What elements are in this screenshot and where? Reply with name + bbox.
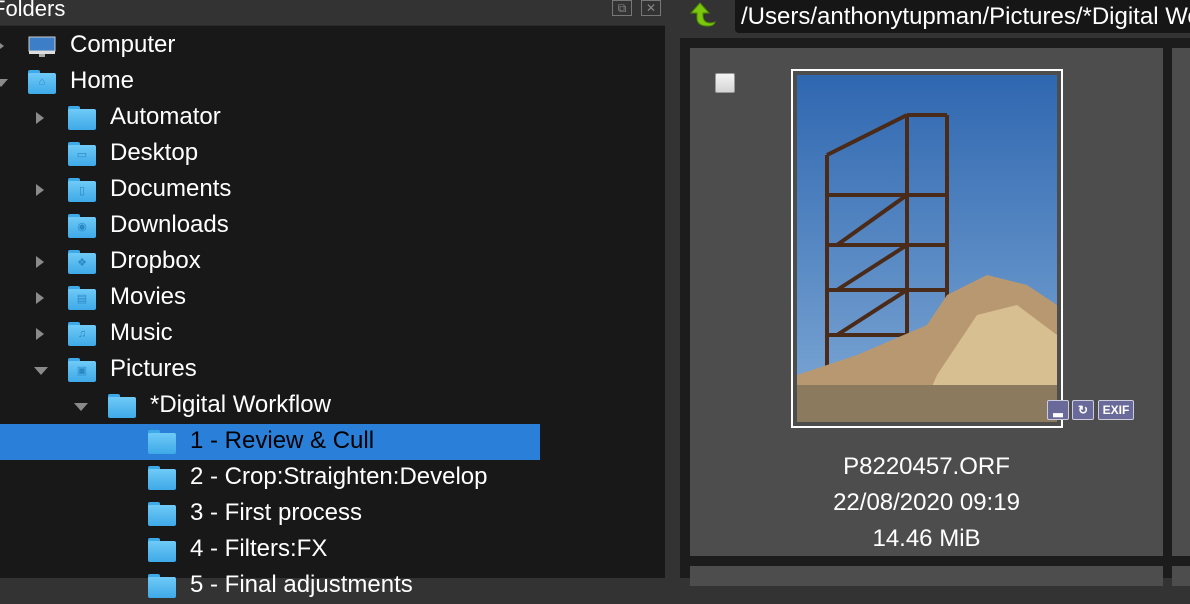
float-panel-icon[interactable]: ⧉ [612,0,632,16]
collapse-arrow-icon[interactable] [74,403,88,411]
thumbnail-cell[interactable] [690,566,1163,586]
folders-panel-title: Folders [0,0,66,21]
tree-item-label: *Digital Workflow [150,391,331,418]
dropbox-folder-icon: ❖ [68,250,96,274]
expand-arrow-icon[interactable] [36,256,44,268]
thumbnail-filename: P8220457.ORF [843,453,1010,480]
tree-item[interactable]: ▣ Pictures [0,352,540,388]
tree-item-label: 3 - First process [190,499,363,526]
tree-item[interactable]: Automator [0,100,540,136]
collapse-arrow-icon[interactable] [0,79,8,87]
tree-item[interactable]: 5 - Final adjustments [0,568,540,604]
folder-icon [148,538,176,562]
rotate-badge-icon: ↻ [1072,400,1094,420]
tree-item[interactable]: ▤ Movies [0,280,540,316]
tree-item-label: Automator [110,103,221,130]
pictures-folder-icon: ▣ [68,358,96,382]
tree-item-label: 2 - Crop:Straighten:Develop [190,463,488,490]
tree-item-label: Dropbox [110,247,201,274]
thumbnail-size: 14.46 MiB [872,525,981,552]
tree-item-label: 1 - Review & Cull [190,427,375,454]
expand-arrow-icon[interactable] [36,112,44,124]
tree-item-label: Music [110,319,173,346]
tree-item-label: Documents [110,175,232,202]
rating-badge-icon: ▂ [1047,400,1069,420]
up-folder-button[interactable] [688,2,716,28]
collapse-arrow-icon[interactable] [34,367,48,375]
folder-icon [148,430,176,454]
folder-icon [148,466,176,490]
tree-item[interactable]: 1 - Review & Cull [0,424,540,460]
photo-tower-ruins [797,75,1057,422]
exif-badge: EXIF [1098,400,1134,420]
computer-icon [28,36,56,58]
tree-item-label: Downloads [110,211,229,238]
tree-item[interactable]: 2 - Crop:Straighten:Develop [0,460,540,496]
documents-folder-icon: ▯ [68,178,96,202]
home-folder-icon: ⌂ [28,70,56,94]
tree-item-label: 5 - Final adjustments [190,571,413,598]
tree-item-label: Computer [70,31,176,58]
path-field[interactable]: /Users/anthonytupman/Pictures/*Digital W… [735,0,1190,33]
tree-item[interactable]: ▭ Desktop [0,136,540,172]
close-panel-icon[interactable]: ✕ [641,0,661,16]
expand-arrow-icon[interactable] [0,40,4,52]
tree-item[interactable]: *Digital Workflow [0,388,540,424]
thumbnail-image[interactable] [791,69,1063,428]
tree-item[interactable]: 4 - Filters:FX [0,532,540,568]
thumbnail-cell[interactable] [1172,566,1190,586]
up-arrow-icon [689,2,716,27]
tree-item[interactable]: ◉ Downloads [0,208,540,244]
folder-icon [108,394,136,418]
folder-icon [148,502,176,526]
thumbnail-cell[interactable] [1172,48,1190,556]
folders-panel-header: Folders ⧉ ✕ [0,0,665,26]
tree-item[interactable]: 3 - First process [0,496,540,532]
folder-icon [68,106,96,130]
expand-arrow-icon[interactable] [36,328,44,340]
tree-item-label: Home [70,67,135,94]
tree-item[interactable]: Computer [0,28,540,64]
tree-item-label: 4 - Filters:FX [190,535,328,562]
tree-item-label: Pictures [110,355,197,382]
downloads-folder-icon: ◉ [68,214,96,238]
tree-item[interactable]: ♫ Music [0,316,540,352]
thumbnail-date: 22/08/2020 09:19 [833,489,1020,516]
tree-item-label: Movies [110,283,187,310]
desktop-folder-icon: ▭ [68,142,96,166]
movies-folder-icon: ▤ [68,286,96,310]
tree-item[interactable]: ⌂ Home [0,64,540,100]
tree-item[interactable]: ❖ Dropbox [0,244,540,280]
music-folder-icon: ♫ [68,322,96,346]
expand-arrow-icon[interactable] [36,292,44,304]
tree-item[interactable]: ▯ Documents [0,172,540,208]
select-checkbox[interactable] [715,73,735,93]
expand-arrow-icon[interactable] [36,184,44,196]
tree-item-label: Desktop [110,139,199,166]
folders-panel: Folders ⧉ ✕ Computer ⌂ Home Automator ▭ Deskt… [0,0,665,598]
